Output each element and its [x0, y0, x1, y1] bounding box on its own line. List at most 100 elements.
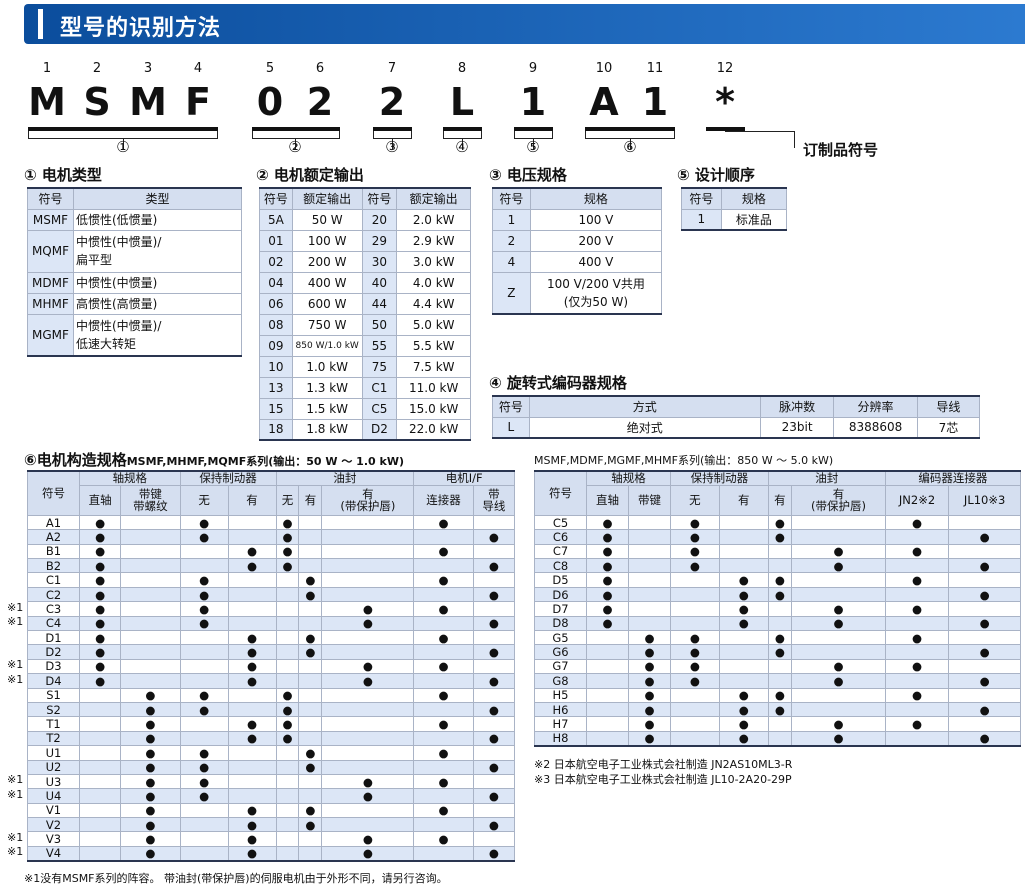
dot-mark: ● [767, 586, 793, 603]
table-cell [275, 788, 300, 804]
table-cell [227, 601, 277, 617]
column-header: 无 [275, 484, 300, 516]
table-cell [120, 558, 181, 574]
dot-mark: ● [948, 558, 1021, 574]
dot-mark: ● [472, 759, 516, 775]
table-cell [767, 716, 793, 732]
design-order-table: 符号 规格 1 标准品 [681, 187, 788, 231]
dot-mark: ● [120, 817, 181, 833]
row-code: C7 [534, 543, 587, 560]
dot-mark: ● [586, 529, 629, 545]
table-row: 02 200 W 30 3.0 kW [259, 250, 471, 273]
dot-mark: ● [78, 630, 122, 646]
table-cell [767, 601, 793, 617]
dot-mark: ● [298, 745, 323, 761]
table-cell [948, 543, 1021, 560]
table-cell [884, 615, 950, 632]
group-number: ⑥ [623, 138, 637, 156]
table-cell [179, 845, 229, 862]
table-cell [298, 658, 323, 675]
table-cell [227, 745, 277, 761]
dot-mark: ● [586, 514, 629, 531]
row-code: C3 [27, 601, 80, 617]
dot-mark: ● [586, 586, 629, 603]
row-code: V2 [27, 817, 80, 833]
column-header: 分辨率 [833, 395, 918, 418]
table-cell [413, 673, 474, 689]
dot-mark: ● [948, 644, 1021, 660]
table-cell [628, 529, 671, 545]
dot-mark: ● [791, 615, 886, 632]
dot-mark: ● [120, 845, 181, 862]
table-row: U3 ● ● ● ● [27, 773, 516, 790]
table-row: 10 1.0 kW 75 7.5 kW [259, 355, 471, 378]
table-cell [78, 745, 122, 761]
model-character: 2 [306, 80, 334, 124]
column-header: 符号 [492, 395, 530, 418]
row-code: C5 [534, 514, 587, 531]
table-row: C6 ● ● ● ● [534, 529, 1021, 545]
group-number: ② [288, 138, 302, 156]
dot-mark: ● [472, 586, 516, 603]
dot-mark: ● [948, 586, 1021, 603]
table-cell [275, 601, 300, 617]
dot-mark: ● [948, 701, 1021, 718]
table-cell [321, 745, 415, 761]
table-cell [472, 687, 516, 703]
column-header: 额定输出 [396, 187, 471, 210]
row-code: G8 [534, 673, 587, 689]
table-cell [179, 716, 229, 732]
dot-mark: ● [413, 773, 474, 790]
table-row: H5 ● ● ● ● [534, 687, 1021, 703]
table-cell [791, 644, 886, 660]
dot-mark: ● [275, 701, 300, 718]
column-header: 规格 [529, 187, 663, 210]
table-cell: 11.0 kW [396, 376, 471, 399]
table-row: T2 ● ● ● ● [27, 730, 516, 747]
table-row: L 绝对式 23bit 8388608 7芯 [492, 416, 981, 439]
dot-mark: ● [670, 543, 720, 560]
dot-mark: ● [791, 658, 886, 675]
table-cell: 55 [361, 334, 398, 357]
table-cell [948, 658, 1021, 675]
table-cell [298, 543, 323, 560]
dot-mark: ● [718, 601, 769, 617]
table-cell [298, 601, 323, 617]
table-cell [275, 745, 300, 761]
custom-leader-line [745, 131, 795, 148]
row-code: U4 [27, 788, 80, 804]
table-cell [78, 701, 122, 718]
table-cell [275, 644, 300, 660]
cell-text: 扁平型 [75, 253, 112, 267]
column-header: 符号 [361, 187, 398, 210]
table-cell: 5.0 kW [396, 313, 471, 336]
row-code: H8 [534, 730, 587, 747]
table-cell: MHMF [27, 292, 74, 315]
table-cell [179, 644, 229, 660]
dot-mark: ● [586, 543, 629, 560]
row-code: D6 [534, 586, 587, 603]
row-code: A2 [27, 529, 80, 545]
dot-mark: ● [767, 644, 793, 660]
dot-mark: ● [321, 831, 415, 847]
table-cell [78, 788, 122, 804]
table-cell: 13 [259, 376, 293, 399]
column-header: 方式 [528, 395, 761, 418]
table-cell: 4.4 kW [396, 292, 471, 315]
table-cell: 44 [361, 292, 398, 315]
table-cell [321, 586, 415, 603]
table-row: MSMF 低惯性(低惯量) [27, 208, 243, 231]
dot-mark: ● [321, 845, 415, 862]
table-cell [884, 586, 950, 603]
table-cell: C1 [361, 376, 398, 399]
table-cell [275, 817, 300, 833]
group-number: ③ [385, 138, 399, 156]
cell-text: 中惯性(中惯量)/ [75, 318, 162, 333]
column-header: 无 [670, 484, 720, 516]
dot-mark: ● [472, 529, 516, 545]
table-cell: 1 [681, 208, 722, 231]
dot-mark: ● [718, 615, 769, 632]
dot-mark: ● [472, 817, 516, 833]
table-cell [628, 615, 671, 632]
dot-mark: ● [670, 644, 720, 660]
